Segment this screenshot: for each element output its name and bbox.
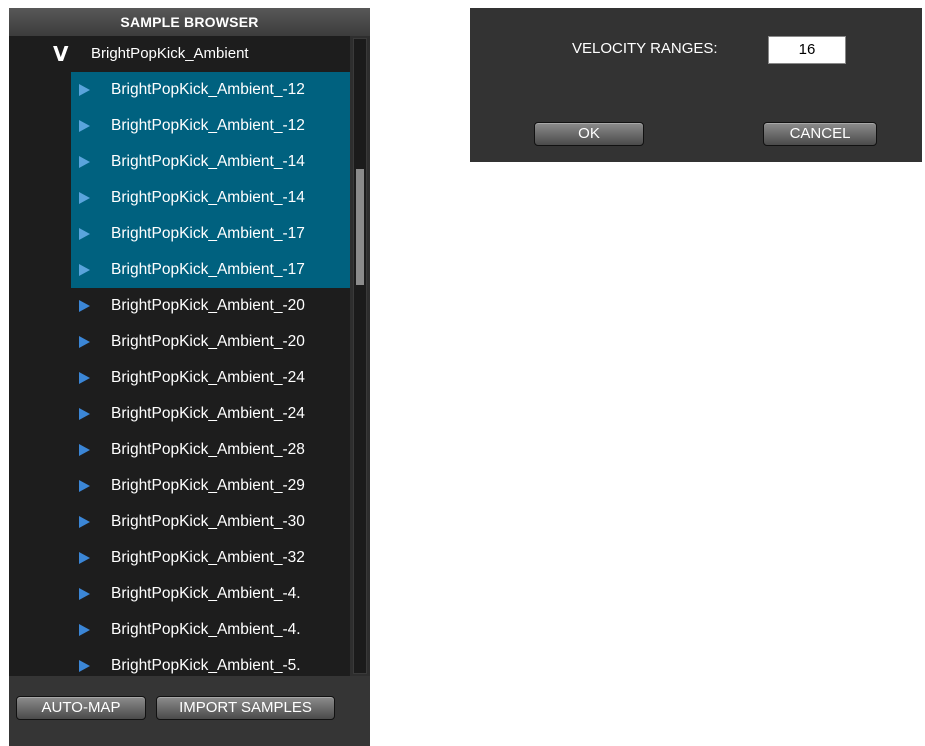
browser-footer: AUTO-MAP IMPORT SAMPLES <box>9 676 370 746</box>
play-icon[interactable] <box>79 120 90 132</box>
play-icon[interactable] <box>79 408 90 420</box>
play-icon[interactable] <box>79 264 90 276</box>
sample-row[interactable]: BrightPopKick_Ambient_-14 <box>71 144 350 180</box>
sample-name: BrightPopKick_Ambient_-24 <box>111 369 305 386</box>
play-icon[interactable] <box>79 192 90 204</box>
play-icon[interactable] <box>79 228 90 240</box>
sample-name: BrightPopKick_Ambient_-12 <box>111 117 305 134</box>
sample-name: BrightPopKick_Ambient_-20 <box>111 333 305 350</box>
sample-name: BrightPopKick_Ambient_-14 <box>111 153 305 170</box>
sample-row[interactable]: BrightPopKick_Ambient_-20 <box>71 324 350 360</box>
import-samples-button[interactable]: IMPORT SAMPLES <box>156 696 335 720</box>
sample-row[interactable]: BrightPopKick_Ambient_-20 <box>71 288 350 324</box>
auto-map-button[interactable]: AUTO-MAP <box>16 696 146 720</box>
sample-name: BrightPopKick_Ambient_-30 <box>111 513 305 530</box>
sample-name: BrightPopKick_Ambient_-29 <box>111 477 305 494</box>
sample-row[interactable]: BrightPopKick_Ambient_-17 <box>71 216 350 252</box>
sample-row[interactable]: BrightPopKick_Ambient_-14 <box>71 180 350 216</box>
play-icon[interactable] <box>79 516 90 528</box>
sample-name: BrightPopKick_Ambient_-5. <box>111 657 301 674</box>
scrollbar-track[interactable] <box>353 38 367 674</box>
velocity-ranges-label: VELOCITY RANGES: <box>572 40 718 57</box>
play-icon[interactable] <box>79 444 90 456</box>
velocity-ranges-input[interactable]: 16 <box>768 36 846 64</box>
play-icon[interactable] <box>79 480 90 492</box>
ok-button[interactable]: OK <box>534 122 644 146</box>
play-icon[interactable] <box>79 84 90 96</box>
play-icon[interactable] <box>79 300 90 312</box>
velocity-ranges-dialog: VELOCITY RANGES: 16 OK CANCEL <box>470 8 922 162</box>
sample-row[interactable]: BrightPopKick_Ambient_-32 <box>71 540 350 576</box>
play-icon[interactable] <box>79 588 90 600</box>
sample-row[interactable]: BrightPopKick_Ambient_-30 <box>71 504 350 540</box>
play-icon[interactable] <box>79 156 90 168</box>
sample-row[interactable]: BrightPopKick_Ambient_-12 <box>71 72 350 108</box>
sample-name: BrightPopKick_Ambient_-4. <box>111 621 301 638</box>
sample-name: BrightPopKick_Ambient_-17 <box>111 225 305 242</box>
sample-name: BrightPopKick_Ambient_-4. <box>111 585 301 602</box>
sample-list: V BrightPopKick_Ambient BrightPopKick_Am… <box>9 36 350 676</box>
sample-row[interactable]: BrightPopKick_Ambient_-17 <box>71 252 350 288</box>
sample-name: BrightPopKick_Ambient_-12 <box>111 81 305 98</box>
folder-row[interactable]: V BrightPopKick_Ambient <box>9 36 350 72</box>
play-icon[interactable] <box>79 552 90 564</box>
sample-name: BrightPopKick_Ambient_-14 <box>111 189 305 206</box>
sample-row[interactable]: BrightPopKick_Ambient_-29 <box>71 468 350 504</box>
sample-row[interactable]: BrightPopKick_Ambient_-12 <box>71 108 350 144</box>
folder-name: BrightPopKick_Ambient <box>91 45 249 62</box>
play-icon[interactable] <box>79 660 90 672</box>
play-icon[interactable] <box>79 372 90 384</box>
sample-row[interactable]: BrightPopKick_Ambient_-28 <box>71 432 350 468</box>
sample-name: BrightPopKick_Ambient_-32 <box>111 549 305 566</box>
sample-name: BrightPopKick_Ambient_-17 <box>111 261 305 278</box>
sample-name: BrightPopKick_Ambient_-24 <box>111 405 305 422</box>
play-icon[interactable] <box>79 624 90 636</box>
cancel-button[interactable]: CANCEL <box>763 122 877 146</box>
chevron-down-icon[interactable]: V <box>53 36 68 72</box>
sample-row[interactable]: BrightPopKick_Ambient_-24 <box>71 396 350 432</box>
scrollbar-thumb[interactable] <box>356 169 364 285</box>
sample-row[interactable]: BrightPopKick_Ambient_-4. <box>71 612 350 648</box>
sample-browser-panel: SAMPLE BROWSER V BrightPopKick_Ambient B… <box>9 8 370 746</box>
play-icon[interactable] <box>79 336 90 348</box>
sample-row[interactable]: BrightPopKick_Ambient_-5. <box>71 648 350 676</box>
sample-row[interactable]: BrightPopKick_Ambient_-4. <box>71 576 350 612</box>
sample-name: BrightPopKick_Ambient_-28 <box>111 441 305 458</box>
sample-name: BrightPopKick_Ambient_-20 <box>111 297 305 314</box>
sample-row[interactable]: BrightPopKick_Ambient_-24 <box>71 360 350 396</box>
sample-browser-title: SAMPLE BROWSER <box>9 8 370 36</box>
